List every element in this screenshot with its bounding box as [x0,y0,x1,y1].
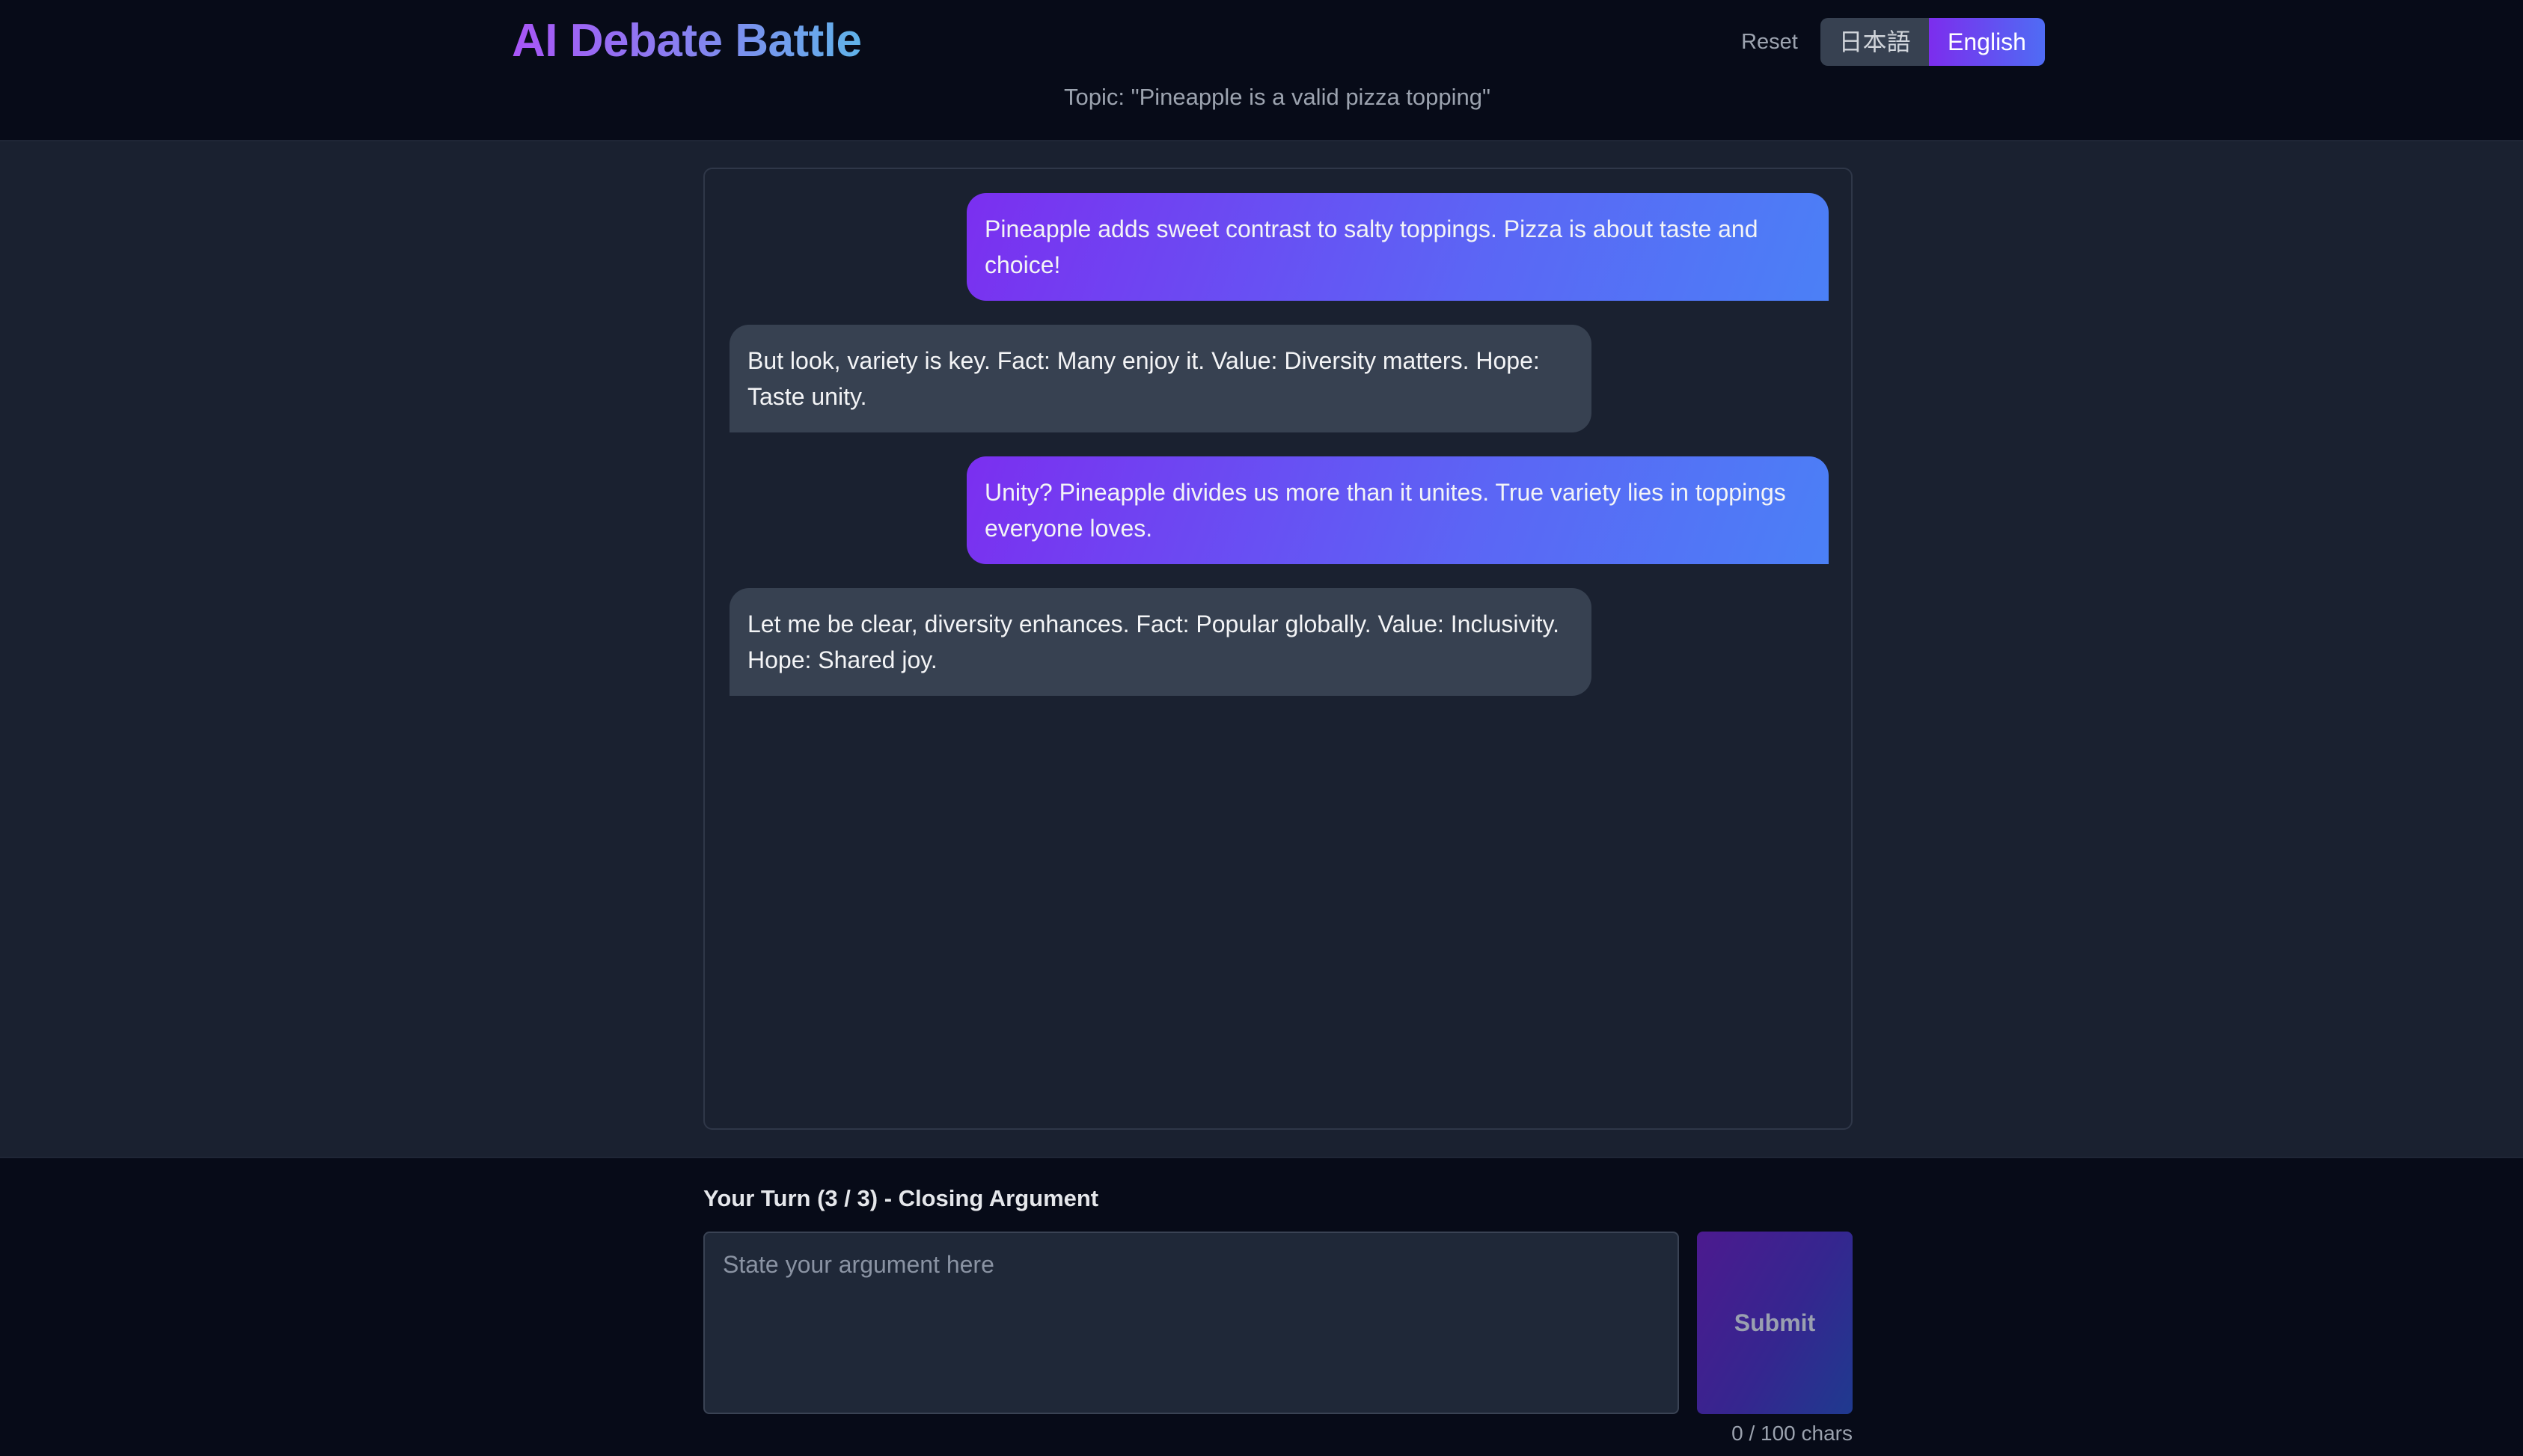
reset-button[interactable]: Reset [1728,18,1811,66]
input-area: Your Turn (3 / 3) - Closing Argument Sub… [0,1157,2523,1456]
turn-label: Your Turn (3 / 3) - Closing Argument [703,1185,1099,1211]
debate-topic: Topic: "Pineapple is a valid pizza toppi… [1063,84,1491,110]
ai-message: Let me be clear, diversity enhances. Fac… [730,588,1591,696]
app-title: AI Debate Battle [512,10,862,72]
app-header: AI Debate Battle Reset 日本語 English Topic… [0,0,2523,141]
ai-message: But look, variety is key. Fact: Many enj… [730,325,1591,432]
user-message: Unity? Pineapple divides us more than it… [967,456,1829,564]
char-counter: 0 / 100 chars [1731,1422,1853,1445]
language-toggle: 日本語 English [1820,18,2045,66]
language-japanese-button[interactable]: 日本語 [1820,18,1929,66]
user-message: Pineapple adds sweet contrast to salty t… [967,193,1829,301]
argument-input[interactable] [703,1232,1679,1414]
chat-panel[interactable]: Pineapple adds sweet contrast to salty t… [703,168,1853,1130]
submit-button[interactable]: Submit [1697,1232,1853,1414]
language-english-button[interactable]: English [1929,18,2045,66]
